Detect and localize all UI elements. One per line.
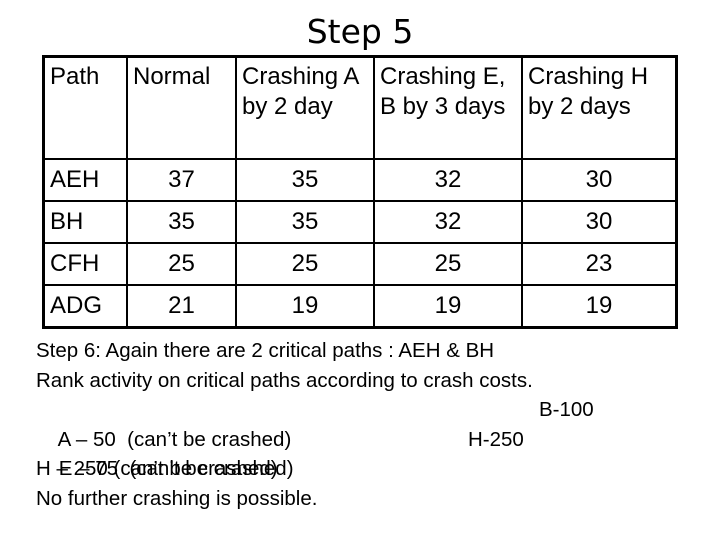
note-activity-e: E – 75 (can’t be crashed) H-250 bbox=[36, 425, 676, 481]
cell-crash-a: 35 bbox=[235, 200, 375, 244]
cell-crash-a: 19 bbox=[235, 284, 375, 329]
header-crashing-a: Crashing A by 2 day bbox=[235, 55, 375, 160]
table-row: CFH 25 25 25 23 bbox=[42, 242, 678, 286]
cell-path: BH bbox=[42, 200, 128, 244]
cell-crash-eb: 19 bbox=[373, 284, 523, 329]
note-activity-a: A – 50 (can’t be crashed) B-100 bbox=[36, 395, 676, 451]
slide-title: Step 5 bbox=[306, 12, 414, 51]
cell-crash-eb: 25 bbox=[373, 242, 523, 286]
table-row: AEH 37 35 32 30 bbox=[42, 158, 678, 202]
cell-crash-h: 23 bbox=[521, 242, 678, 286]
cell-crash-eb: 32 bbox=[373, 158, 523, 202]
cell-crash-h: 30 bbox=[521, 200, 678, 244]
note-activity-b-cost: B-100 bbox=[539, 398, 594, 421]
cell-crash-eb: 32 bbox=[373, 200, 523, 244]
cell-normal: 35 bbox=[126, 200, 237, 244]
crashing-table: Path Normal Crashing A by 2 day Crashing… bbox=[42, 55, 678, 329]
cell-normal: 37 bbox=[126, 158, 237, 202]
cell-path: AEH bbox=[42, 158, 128, 202]
header-crashing-eb: Crashing E, B by 3 days bbox=[373, 55, 523, 160]
cell-crash-h: 19 bbox=[521, 284, 678, 329]
cell-crash-a: 25 bbox=[235, 242, 375, 286]
note-rank-activity: Rank activity on critical paths accordin… bbox=[36, 368, 533, 392]
cell-crash-h: 30 bbox=[521, 158, 678, 202]
cell-normal: 21 bbox=[126, 284, 237, 329]
cell-path: ADG bbox=[42, 284, 128, 329]
table-header-row: Path Normal Crashing A by 2 day Crashing… bbox=[42, 55, 678, 160]
cell-crash-a: 35 bbox=[235, 158, 375, 202]
notes-block: Step 6: Again there are 2 critical paths… bbox=[36, 336, 676, 513]
table-row: ADG 21 19 19 19 bbox=[42, 284, 678, 329]
note-conclusion: No further crashing is possible. bbox=[36, 486, 318, 510]
note-activity-h-cost: H-250 bbox=[468, 427, 524, 451]
cell-path: CFH bbox=[42, 242, 128, 286]
note-activity-h: H – 250 (can’t be crashed) bbox=[36, 457, 278, 480]
note-step6: Step 6: Again there are 2 critical paths… bbox=[36, 339, 495, 362]
header-path: Path bbox=[42, 55, 128, 160]
table-row: BH 35 35 32 30 bbox=[42, 200, 678, 244]
header-normal: Normal bbox=[126, 55, 237, 160]
header-crashing-h: Crashing H by 2 days bbox=[521, 55, 678, 160]
cell-normal: 25 bbox=[126, 242, 237, 286]
